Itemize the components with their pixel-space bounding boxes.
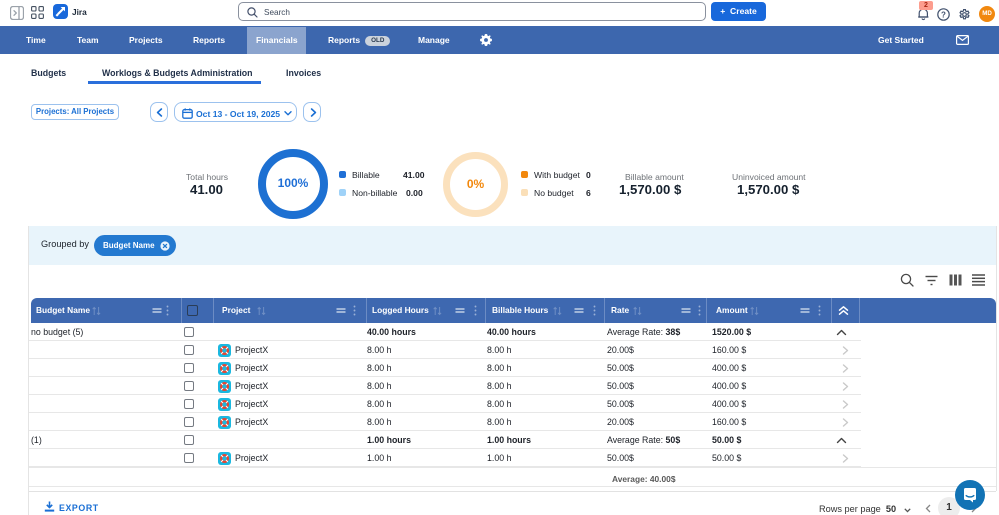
svg-text:?: ? [941, 10, 946, 19]
